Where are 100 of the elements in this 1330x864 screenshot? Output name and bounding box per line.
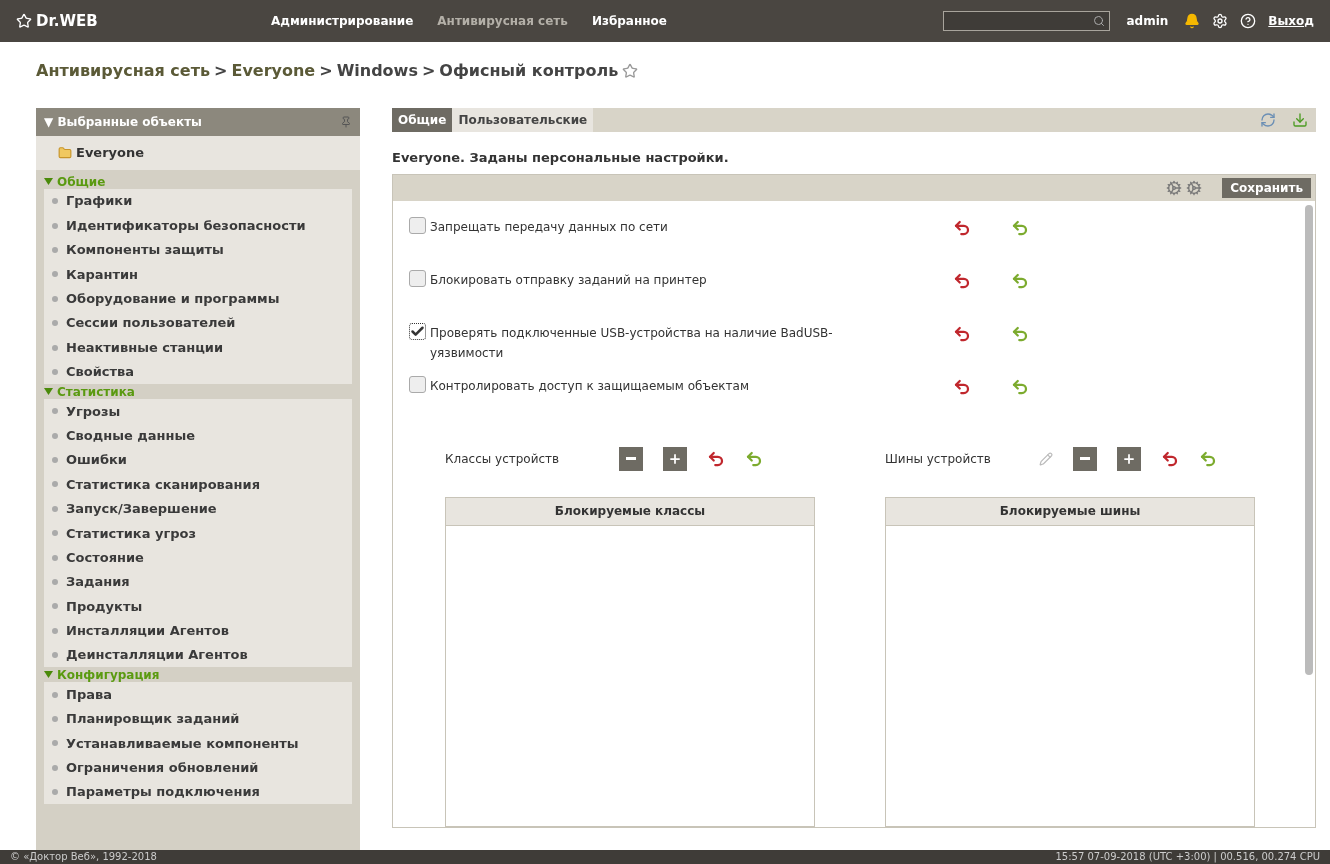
pin-icon[interactable] [340, 116, 352, 128]
tab[interactable]: Пользовательские [452, 108, 594, 132]
bullet-icon [52, 222, 58, 229]
bullet-icon [52, 691, 58, 698]
settings-icon[interactable] [1212, 13, 1229, 29]
bullet-icon [52, 652, 58, 659]
column-header: Блокируемые классы [446, 497, 814, 526]
sidebar-item[interactable]: Графики [66, 191, 133, 211]
option-label[interactable]: Блокировать отправку заданий на принтер [430, 269, 900, 290]
sidebar-item[interactable]: Статистика сканирования [66, 474, 261, 495]
checkbox[interactable] [409, 322, 426, 340]
sidebar-item[interactable]: Ограничения обновлений [66, 758, 259, 778]
undo-arrow-icon[interactable] [953, 271, 971, 290]
bullet-icon [52, 246, 58, 253]
sidebar-item[interactable]: Устанавливаемые компоненты [66, 733, 299, 754]
remove-button[interactable] [1073, 446, 1097, 471]
sidebar-item[interactable]: Сессии пользователей [66, 313, 236, 333]
sidebar-item[interactable]: Статистика угроз [66, 523, 197, 543]
sidebar-item[interactable]: Параметры подключения [66, 782, 260, 802]
reset-arrow-icon[interactable] [745, 449, 763, 468]
sidebar-item[interactable]: Ошибки [66, 450, 127, 470]
sidebar-item[interactable]: Идентификаторы безопасности [66, 215, 306, 236]
add-button[interactable] [663, 446, 687, 471]
checkbox[interactable] [409, 216, 426, 234]
undo-arrow-icon[interactable] [953, 377, 971, 396]
sidebar-item[interactable]: Состояние [66, 547, 144, 568]
export-icon[interactable] [1292, 112, 1308, 128]
sidebar-item[interactable]: Сводные данные [66, 425, 196, 446]
breadcrumb-separator: > [421, 60, 436, 82]
sidebar-title[interactable]: ▼ Выбранные объекты [44, 113, 202, 131]
add-button[interactable] [1117, 446, 1141, 471]
sidebar-item[interactable]: Карантин [66, 264, 139, 285]
bell-icon[interactable] [1184, 13, 1201, 29]
sidebar-item[interactable]: Продукты [66, 596, 143, 617]
reset-arrow-icon[interactable] [1011, 324, 1029, 343]
folder-icon [58, 146, 72, 160]
gear-icon[interactable] [1166, 179, 1183, 196]
expand-icon[interactable] [44, 670, 53, 680]
pencil-icon[interactable] [1039, 451, 1053, 466]
breadcrumb-link[interactable]: Антивирусная сеть [36, 59, 211, 83]
logo[interactable]: Dr.WEB [16, 9, 271, 33]
expand-icon[interactable] [44, 387, 53, 397]
search-field[interactable] [943, 11, 1111, 31]
checkbox[interactable] [409, 269, 426, 287]
breadcrumb-link[interactable]: Windows [336, 59, 418, 83]
logout-link[interactable]: Выход [1268, 12, 1314, 30]
bullet-icon [52, 295, 58, 302]
option-label[interactable]: Проверять подключенные USB-устройства на наличие BadUSB-уязвимости [430, 322, 900, 363]
option-label[interactable]: Запрещать передачу данных по сети [430, 216, 900, 237]
breadcrumb-link[interactable]: Everyone [231, 59, 316, 83]
sidebar-item[interactable]: Компоненты защиты [66, 240, 224, 260]
expand-icon[interactable] [44, 177, 53, 186]
sidebar-item[interactable]: Неактивные станции [66, 337, 224, 358]
save-button[interactable]: Сохранить [1222, 177, 1311, 198]
sidebar-item[interactable]: Планировщик заданий [66, 709, 240, 729]
reset-arrow-icon[interactable] [1011, 377, 1029, 396]
sidebar-item[interactable]: Оборудование и программы [66, 289, 280, 309]
sidebar-item[interactable]: Задания [66, 572, 130, 592]
bullet-icon [52, 505, 58, 512]
undo-arrow-icon[interactable] [1161, 449, 1179, 468]
notice-text: Everyone. Заданы персональные настройки. [392, 149, 730, 167]
breadcrumb-separator: > [214, 60, 228, 82]
sync-icon[interactable] [1260, 112, 1276, 128]
breadcrumb-separator: > [319, 60, 333, 82]
bullet-icon [52, 764, 58, 771]
reset-arrow-icon[interactable] [1199, 449, 1217, 468]
sidebar-item[interactable]: Угрозы [66, 401, 121, 422]
undo-arrow-icon[interactable] [953, 218, 971, 237]
sidebar-item[interactable]: Инсталляции Агентов [66, 621, 229, 641]
checkbox[interactable] [409, 375, 426, 393]
reset-arrow-icon[interactable] [1011, 218, 1029, 237]
breadcrumb-link[interactable]: Офисный контроль [439, 59, 619, 83]
bullet-icon [52, 716, 58, 722]
sidebar-item[interactable]: Деинсталляции Агентов [66, 645, 248, 665]
nav-link[interactable]: Администрирование [271, 12, 414, 30]
nav-link[interactable]: Антивирусная сеть [437, 12, 568, 30]
reset-arrow-icon[interactable] [1011, 271, 1029, 290]
list-label: Классы устройств [445, 450, 561, 468]
undo-arrow-icon[interactable] [953, 324, 971, 343]
gear-icon[interactable] [1186, 179, 1203, 196]
scrollbar[interactable] [1305, 204, 1313, 675]
search-icon[interactable] [1093, 15, 1106, 27]
bullet-icon [52, 408, 58, 415]
bullet-icon [52, 271, 58, 278]
nav-link[interactable]: Избранное [591, 12, 667, 30]
copyright-text: © «Доктор Веб», 1992-2018 [10, 851, 157, 863]
bullet-icon [52, 789, 58, 796]
help-icon[interactable] [1240, 13, 1257, 29]
column-header: Блокируемые шины [886, 497, 1254, 526]
bullet-icon [52, 432, 58, 439]
selected-object[interactable]: Everyone [76, 143, 145, 163]
sidebar-item[interactable]: Свойства [66, 362, 135, 382]
user-name[interactable]: admin [1126, 12, 1169, 30]
sidebar-item[interactable]: Права [66, 684, 112, 705]
remove-button[interactable] [619, 446, 643, 471]
tab[interactable]: Общие [392, 108, 453, 132]
star-icon[interactable] [622, 63, 639, 79]
option-label[interactable]: Контролировать доступ к защищаемым объектам [430, 375, 900, 396]
sidebar-item[interactable]: Запуск/Завершение [66, 499, 217, 519]
undo-arrow-icon[interactable] [707, 449, 725, 468]
